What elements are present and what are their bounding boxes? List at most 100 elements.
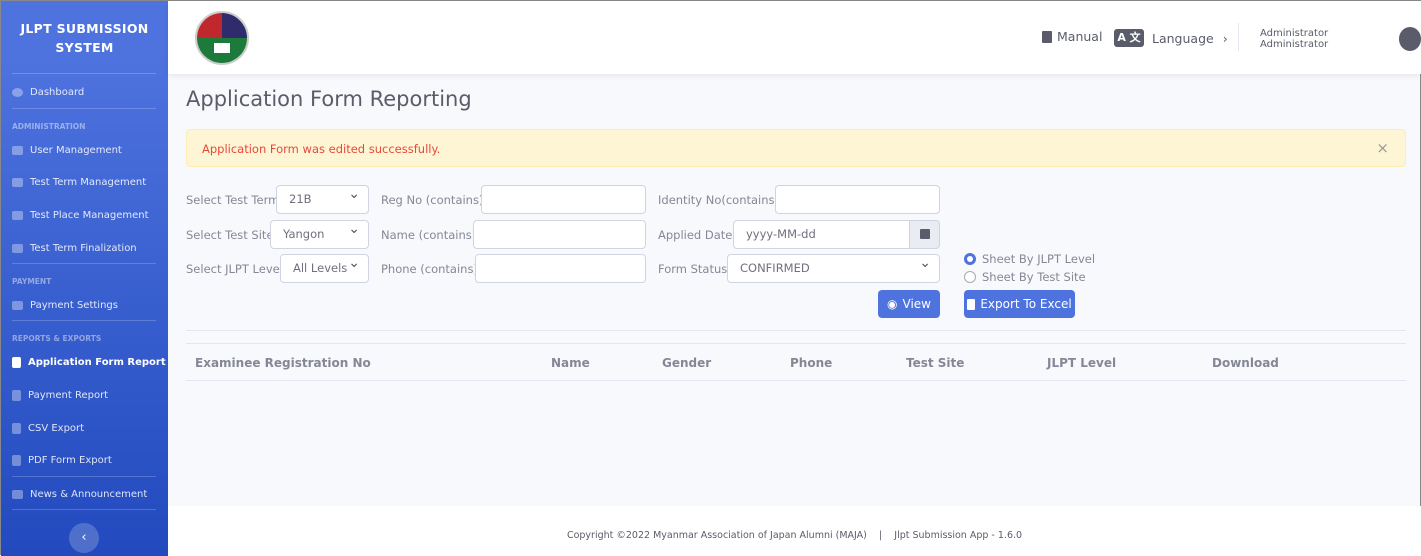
label: View	[902, 297, 931, 311]
sidebar-item-pdf-form-export[interactable]: PDF Form Export	[12, 455, 112, 466]
column-header-jlpt-level: JLPT Level	[1047, 356, 1117, 370]
separator: |	[878, 530, 883, 541]
table-header-border	[186, 380, 1406, 381]
user-menu[interactable]: Administrator Administrator	[1260, 27, 1421, 51]
sidebar-item-test-place-management[interactable]: Test Place Management	[12, 210, 149, 221]
reg-no-input[interactable]	[481, 185, 646, 214]
test-term-label: Select Test Term	[186, 193, 280, 207]
manual-link[interactable]: Manual	[1042, 29, 1102, 44]
divider	[12, 73, 156, 74]
section-reports: REPORTS & EXPORTS	[12, 334, 102, 343]
calendar-button[interactable]	[909, 220, 940, 249]
label: Test Term Finalization	[30, 243, 137, 254]
form-status-label: Form Status	[658, 262, 728, 276]
sidebar-item-news[interactable]: News & Announcement	[12, 489, 147, 500]
language-dropdown[interactable]: A 文 Language ›	[1114, 29, 1228, 47]
identity-no-label: Identity No(contains)	[658, 193, 780, 207]
label: Sheet By Test Site	[982, 270, 1086, 284]
placeholder: yyyy-MM-dd	[746, 227, 816, 241]
sidebar-item-test-term-management[interactable]: Test Term Management	[12, 177, 146, 188]
applied-date-input[interactable]: yyyy-MM-dd	[733, 220, 910, 249]
section-payment: PAYMENT	[12, 277, 52, 286]
success-alert: Application Form was edited successfully…	[186, 129, 1406, 167]
label: Export To Excel	[980, 297, 1072, 311]
radio-sheet-by-test-site[interactable]: Sheet By Test Site	[964, 270, 1086, 284]
divider	[12, 509, 156, 510]
file-csv-icon	[12, 423, 21, 434]
sidebar-item-payment-report[interactable]: Payment Report	[12, 390, 108, 401]
file-excel-icon	[967, 298, 976, 310]
label: Test Place Management	[30, 210, 149, 221]
label: Dashboard	[30, 87, 85, 98]
name-label: Name (contains)	[381, 228, 477, 242]
divider	[12, 108, 156, 109]
maja-logo	[195, 11, 249, 65]
sidebar-item-csv-export[interactable]: CSV Export	[12, 423, 84, 434]
divider	[186, 330, 1406, 331]
sidebar-item-user-management[interactable]: User Management	[12, 145, 122, 156]
radio-checked	[964, 253, 976, 265]
value: Yangon	[283, 227, 325, 241]
user-name: Administrator Administrator	[1260, 28, 1329, 50]
column-header-gender: Gender	[662, 356, 712, 370]
divider	[12, 263, 156, 264]
column-header-reg-no: Examinee Registration No	[195, 356, 371, 370]
chevron-right-icon: ›	[1222, 30, 1228, 46]
topbar: Manual A 文 Language › Administrator Admini…	[168, 1, 1421, 74]
label: News & Announcement	[30, 489, 148, 500]
form-status-select[interactable]: CONFIRMED	[727, 254, 940, 283]
app-version: Jlpt Submission App - 1.6.0	[894, 530, 1023, 541]
identity-no-input[interactable]	[775, 185, 940, 214]
sidebar-item-application-form-report[interactable]: Application Form Report	[12, 357, 166, 368]
copyright: Copyright ©2022 Myanmar Association of J…	[566, 530, 867, 541]
footer: Copyright ©2022 Myanmar Association of J…	[168, 506, 1421, 556]
sidebar-item-dashboard[interactable]: Dashboard	[12, 87, 84, 98]
jlpt-level-select[interactable]: All Levels	[280, 254, 369, 283]
divider	[12, 320, 156, 321]
user-avatar-icon	[1398, 27, 1421, 51]
dashboard-icon	[12, 88, 23, 97]
manual-label: Manual	[1057, 29, 1103, 44]
column-header-download: Download	[1212, 356, 1279, 370]
test-term-select[interactable]: 21B	[276, 185, 369, 214]
value: All Levels	[293, 261, 348, 275]
divider	[12, 476, 156, 477]
label: Sheet By JLPT Level	[982, 252, 1096, 266]
money-card-icon	[12, 301, 23, 310]
alert-message: Application Form was edited successfully…	[202, 142, 441, 156]
sidebar-item-payment-settings[interactable]: Payment Settings	[12, 300, 118, 311]
book-icon	[1042, 30, 1052, 43]
test-site-label: Select Test Site	[186, 228, 274, 242]
export-excel-button[interactable]: Export To Excel	[964, 290, 1075, 318]
card-icon	[12, 244, 23, 253]
view-button[interactable]: ◉ View	[878, 290, 940, 318]
column-header-test-site: Test Site	[906, 356, 965, 370]
name-input[interactable]	[473, 220, 646, 249]
language-label: Language	[1152, 30, 1214, 46]
section-administration: ADMINISTRATION	[12, 122, 86, 131]
label: CSV Export	[28, 423, 85, 434]
table-top-border	[186, 343, 1406, 344]
paper-plane-icon	[12, 178, 23, 187]
phone-input[interactable]	[475, 254, 646, 283]
label: User Management	[30, 145, 122, 156]
sidebar-item-test-term-finalization[interactable]: Test Term Finalization	[12, 243, 137, 254]
sidebar-toggle-button[interactable]: ‹	[69, 523, 99, 553]
file-pdf-icon	[12, 455, 21, 466]
value: 21B	[289, 192, 312, 206]
column-header-phone: Phone	[790, 356, 833, 370]
file-icon	[12, 357, 21, 368]
close-icon[interactable]: ×	[1376, 139, 1389, 157]
topbar-divider	[1238, 23, 1239, 51]
label: Payment Settings	[30, 300, 118, 311]
translate-icon: A 文	[1114, 29, 1144, 47]
radio-sheet-by-jlpt-level[interactable]: Sheet By JLPT Level	[964, 252, 1095, 266]
file-invoice-icon	[12, 390, 21, 401]
value: CONFIRMED	[740, 261, 810, 275]
jlpt-level-label: Select JLPT Level	[186, 262, 283, 276]
eye-icon: ◉	[887, 297, 898, 311]
test-site-select[interactable]: Yangon	[270, 220, 369, 249]
calendar-icon	[920, 229, 930, 239]
label: PDF Form Export	[28, 455, 112, 466]
phone-label: Phone (contains)	[381, 262, 478, 276]
